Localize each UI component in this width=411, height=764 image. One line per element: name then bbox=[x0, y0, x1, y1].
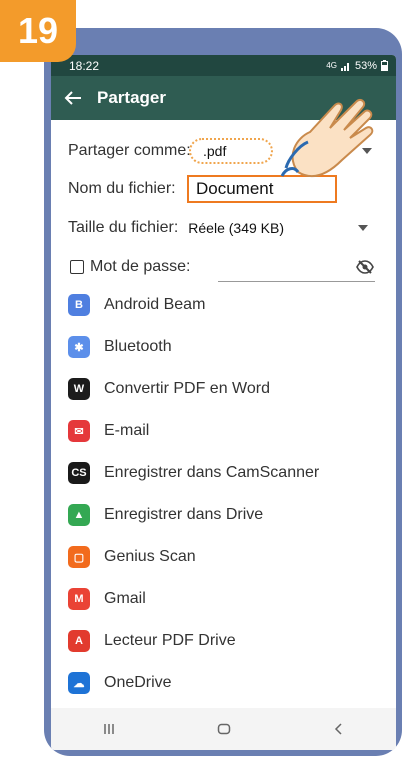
share-app-item[interactable]: ▲ Enregistrer dans Drive bbox=[68, 495, 388, 535]
bluetooth-icon: ✱ bbox=[68, 336, 90, 358]
share-app-item[interactable]: ☁ OneDrive bbox=[68, 663, 388, 703]
pointing-hand-icon bbox=[280, 98, 374, 178]
nav-bar bbox=[51, 708, 396, 750]
share-app-item[interactable]: W Convertir PDF en Word bbox=[68, 369, 388, 409]
file-size-row[interactable]: Taille du fichier: Réele (349 KB) bbox=[51, 215, 396, 241]
share-as-label: Partager comme: bbox=[68, 142, 191, 159]
battery-icon bbox=[381, 60, 388, 71]
word-convert-icon: W bbox=[68, 378, 90, 400]
share-app-label: Enregistrer dans Drive bbox=[104, 506, 264, 523]
back-nav-icon[interactable] bbox=[332, 722, 346, 736]
recent-apps-icon[interactable] bbox=[102, 722, 116, 736]
share-app-label: Bluetooth bbox=[104, 338, 172, 355]
android-beam-icon: B bbox=[68, 294, 90, 316]
status-time: 18:22 bbox=[69, 58, 100, 73]
gmail-icon: M bbox=[68, 588, 90, 610]
chevron-down-icon[interactable] bbox=[358, 225, 368, 231]
password-label: Mot de passe: bbox=[90, 258, 191, 275]
file-size-value: Réele (349 KB) bbox=[188, 220, 284, 236]
page-title: Partager bbox=[97, 88, 166, 107]
google-drive-icon: ▲ bbox=[68, 504, 90, 526]
share-app-label: Lecteur PDF Drive bbox=[104, 632, 236, 649]
share-app-label: Convertir PDF en Word bbox=[104, 380, 270, 397]
share-app-label: E-mail bbox=[104, 422, 150, 439]
camscanner-icon: CS bbox=[68, 462, 90, 484]
pdf-reader-icon: A bbox=[68, 630, 90, 652]
share-app-item[interactable]: B Android Beam bbox=[68, 285, 388, 325]
back-arrow-icon[interactable] bbox=[53, 76, 93, 120]
file-size-label: Taille du fichier: bbox=[68, 219, 179, 236]
share-app-label: Gmail bbox=[104, 590, 146, 607]
share-app-label: Enregistrer dans CamScanner bbox=[104, 464, 320, 481]
share-app-item[interactable]: M Gmail bbox=[68, 579, 388, 619]
step-badge: 19 bbox=[0, 0, 76, 62]
file-name-value: Document bbox=[196, 179, 274, 198]
share-app-label: Android Beam bbox=[104, 296, 206, 313]
battery-percent: 53% bbox=[354, 59, 377, 72]
share-app-label: OneDrive bbox=[104, 674, 172, 691]
password-row: Mot de passe: bbox=[51, 254, 396, 280]
genius-scan-icon: ▢ bbox=[68, 546, 90, 568]
share-format-select[interactable]: .pdf bbox=[189, 138, 273, 164]
share-app-item[interactable]: ▢ Genius Scan bbox=[68, 537, 388, 577]
signal-icon bbox=[340, 62, 349, 71]
file-name-label: Nom du fichier: bbox=[68, 180, 176, 197]
share-app-item[interactable]: ✱ Bluetooth bbox=[68, 327, 388, 367]
visibility-off-icon[interactable] bbox=[356, 260, 374, 274]
status-bar: 18:22 4G 53% bbox=[51, 55, 396, 76]
onedrive-icon: ☁ bbox=[68, 672, 90, 694]
share-app-item[interactable]: ✉ E-mail bbox=[68, 411, 388, 451]
share-app-item[interactable]: A Lecteur PDF Drive bbox=[68, 621, 388, 661]
home-icon[interactable] bbox=[217, 722, 231, 736]
share-app-label: Genius Scan bbox=[104, 548, 196, 565]
password-input[interactable] bbox=[218, 281, 375, 282]
network-indicator: 4G bbox=[326, 61, 337, 70]
share-app-item[interactable]: CS Enregistrer dans CamScanner bbox=[68, 453, 388, 493]
status-right: 4G 53% bbox=[326, 60, 388, 72]
password-checkbox[interactable] bbox=[70, 260, 84, 274]
share-format-value: .pdf bbox=[203, 143, 227, 159]
email-icon: ✉ bbox=[68, 420, 90, 442]
